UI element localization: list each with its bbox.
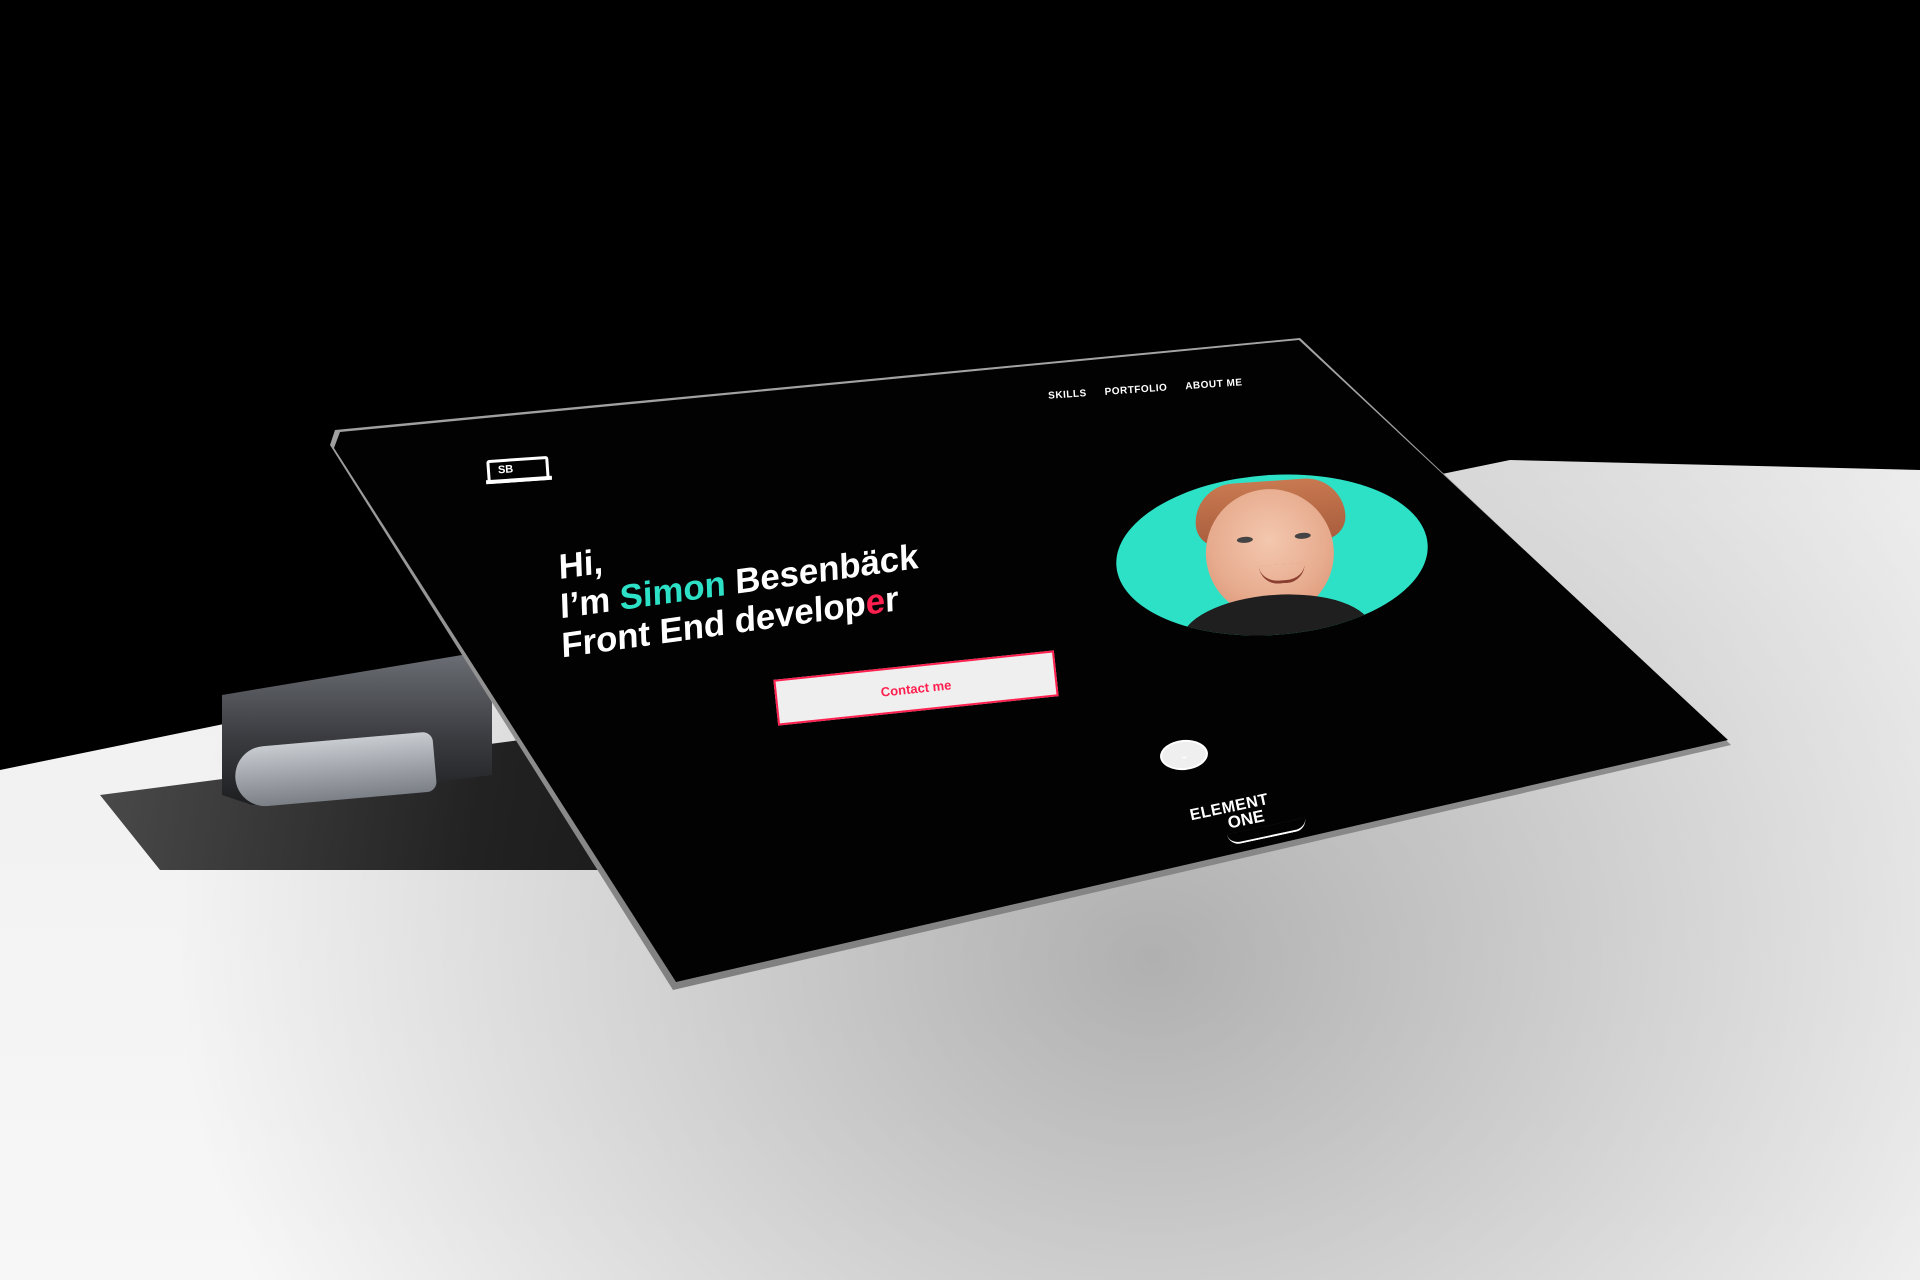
- top-nav: SKILLS PORTFOLIO ABOUT ME: [1048, 377, 1243, 402]
- hero-line-1-text: Hi,: [558, 541, 604, 588]
- chevron-down-icon: ⌄: [1178, 747, 1190, 763]
- nav-about-me-link[interactable]: ABOUT ME: [1185, 377, 1243, 392]
- nav-skills-link[interactable]: SKILLS: [1048, 388, 1087, 402]
- avatar-shirt: [1179, 588, 1375, 646]
- site-logo-text: SB: [497, 463, 514, 477]
- element-one-logo: ELEMENT ONE: [1188, 791, 1308, 847]
- scroll-down-button[interactable]: ⌄: [1158, 737, 1210, 773]
- contact-me-button[interactable]: Contact me: [773, 650, 1059, 726]
- hero-headline: Hi, I’m Simon Besenbäck Front End develo…: [558, 498, 920, 666]
- website-screen: SB SKILLS PORTFOLIO ABOUT ME Hi, I’m Sim…: [0, 0, 1920, 1280]
- profile-avatar: [1110, 464, 1434, 646]
- nav-portfolio-link[interactable]: PORTFOLIO: [1104, 382, 1167, 397]
- scene: SB SKILLS PORTFOLIO ABOUT ME Hi, I’m Sim…: [0, 0, 1920, 1280]
- hero-line-3-suffix: r: [884, 579, 900, 621]
- hero-role-accent: e: [864, 581, 886, 624]
